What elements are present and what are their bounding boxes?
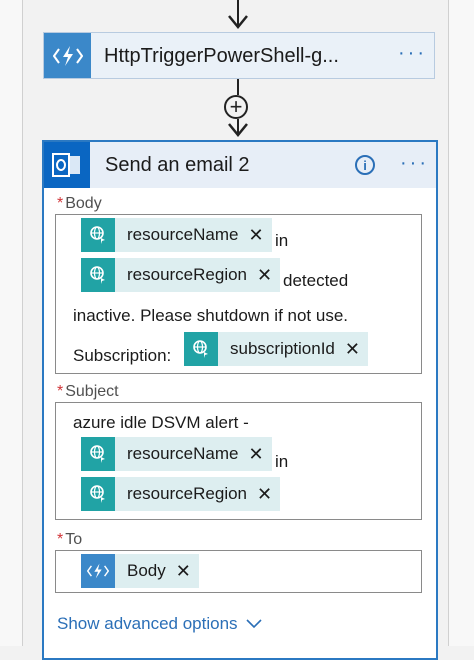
plus-icon: + xyxy=(229,94,243,119)
lightning-icon xyxy=(44,33,91,78)
globe-icon xyxy=(184,332,218,366)
token-resource-region[interactable]: resourceRegion ✕ xyxy=(81,477,281,511)
globe-icon xyxy=(81,437,115,471)
send-email-action-card: Send an email 2 i ··· * Body resourceName… xyxy=(42,140,438,660)
required-marker: * xyxy=(57,531,64,548)
remove-token-icon[interactable]: ✕ xyxy=(239,225,272,246)
add-step-button[interactable]: + xyxy=(224,95,248,119)
token-label: resourceRegion xyxy=(127,265,248,284)
globe-icon xyxy=(81,477,115,511)
subject-field[interactable]: azure idle DSVM alert - resourceName ✕ i… xyxy=(55,402,422,520)
token-label: subscriptionId xyxy=(230,339,335,358)
arrow-down-icon xyxy=(228,123,248,137)
remove-token-icon[interactable]: ✕ xyxy=(166,561,199,582)
body-text: inactive. Please shutdown if not use. xyxy=(73,306,348,325)
action-more-options-button[interactable]: ··· xyxy=(400,152,429,175)
canvas-right-border xyxy=(448,0,474,646)
trigger-step-card[interactable]: HttpTriggerPowerShell-g... ··· xyxy=(43,32,435,79)
subject-text: in xyxy=(275,452,289,471)
globe-icon xyxy=(81,218,115,252)
to-field[interactable]: Body ✕ xyxy=(55,550,422,593)
outlook-icon xyxy=(44,142,90,188)
body-field[interactable]: resourceName ✕ in resourceRegion ✕ detec… xyxy=(55,214,422,374)
info-icon[interactable]: i xyxy=(355,155,375,175)
trigger-more-options-button[interactable]: ··· xyxy=(398,42,427,65)
remove-token-icon[interactable]: ✕ xyxy=(239,444,272,465)
remove-token-icon[interactable]: ✕ xyxy=(247,484,280,505)
token-resource-region[interactable]: resourceRegion ✕ xyxy=(81,258,281,292)
lightning-icon xyxy=(81,554,115,588)
action-title: Send an email 2 xyxy=(105,154,250,176)
token-label: Body xyxy=(127,561,166,580)
required-marker: * xyxy=(57,383,64,400)
remove-token-icon[interactable]: ✕ xyxy=(335,339,368,360)
arrow-down-icon xyxy=(228,15,248,29)
token-resource-name[interactable]: resourceName ✕ xyxy=(81,437,272,471)
chevron-down-icon xyxy=(245,619,262,629)
body-field-label: * Body xyxy=(57,195,102,212)
advanced-options-label: Show advanced options xyxy=(57,614,238,633)
action-header[interactable]: Send an email 2 i ··· xyxy=(44,142,436,188)
body-text: detected xyxy=(283,271,349,290)
token-label: resourceName xyxy=(127,225,239,244)
remove-token-icon[interactable]: ✕ xyxy=(247,265,280,286)
token-subscription-id[interactable]: subscriptionId ✕ xyxy=(184,332,368,366)
globe-icon xyxy=(81,258,115,292)
to-field-label: * To xyxy=(57,531,83,548)
token-body[interactable]: Body ✕ xyxy=(81,554,199,588)
connector-line-middle xyxy=(237,79,239,95)
show-advanced-options-link[interactable]: Show advanced options xyxy=(57,614,262,634)
trigger-step-title: HttpTriggerPowerShell-g... xyxy=(104,45,339,67)
token-label: resourceName xyxy=(127,444,239,463)
subject-text: azure idle DSVM alert - xyxy=(73,413,249,432)
token-label: resourceRegion xyxy=(127,484,248,503)
subject-field-label: * Subject xyxy=(57,383,119,400)
token-resource-name[interactable]: resourceName ✕ xyxy=(81,218,272,252)
required-marker: * xyxy=(57,195,64,212)
body-text: in xyxy=(275,231,289,250)
canvas-left-border xyxy=(0,0,23,646)
body-text: Subscription: xyxy=(73,346,172,365)
